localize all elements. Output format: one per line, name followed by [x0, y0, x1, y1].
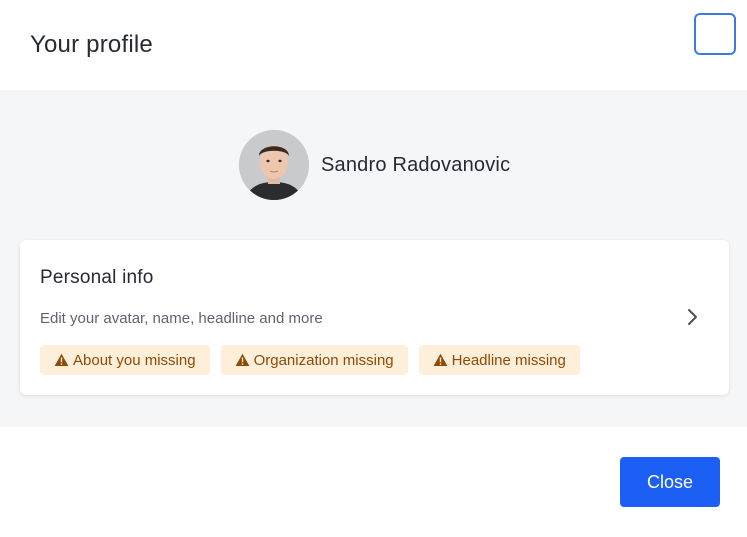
modal-close-icon-button[interactable]: [694, 13, 736, 55]
modal-footer: Close: [0, 427, 747, 537]
profile-modal: Your profile Sandro Radovanovic Personal: [0, 0, 747, 537]
profile-name: Sandro Radovanovic: [321, 153, 511, 176]
modal-header: Your profile: [0, 0, 747, 90]
status-badge: Organization missing: [220, 345, 408, 375]
badge-label: Organization missing: [253, 351, 394, 369]
personal-info-card[interactable]: Personal info Edit your avatar, name, he…: [20, 240, 729, 395]
status-badge: Headline missing: [418, 345, 580, 375]
personal-info-title: Personal info: [40, 267, 154, 288]
badge-label: Headline missing: [451, 351, 566, 369]
warning-icon: [235, 353, 249, 366]
modal-body: Sandro Radovanovic Personal info Edit yo…: [0, 90, 747, 427]
status-badge: About you missing: [40, 345, 210, 375]
close-button[interactable]: Close: [620, 457, 720, 507]
warning-icon: [54, 353, 69, 366]
warning-icon: [433, 353, 448, 366]
missing-info-badges: About you missing Organization missing H…: [40, 345, 591, 375]
chevron-right-icon: [688, 309, 697, 325]
personal-info-subtitle: Edit your avatar, name, headline and mor…: [40, 310, 323, 327]
badge-label: About you missing: [73, 351, 196, 369]
modal-title: Your profile: [30, 31, 153, 58]
profile-header: Sandro Radovanovic: [239, 130, 510, 200]
avatar: [239, 130, 309, 200]
avatar-image: [239, 130, 309, 200]
